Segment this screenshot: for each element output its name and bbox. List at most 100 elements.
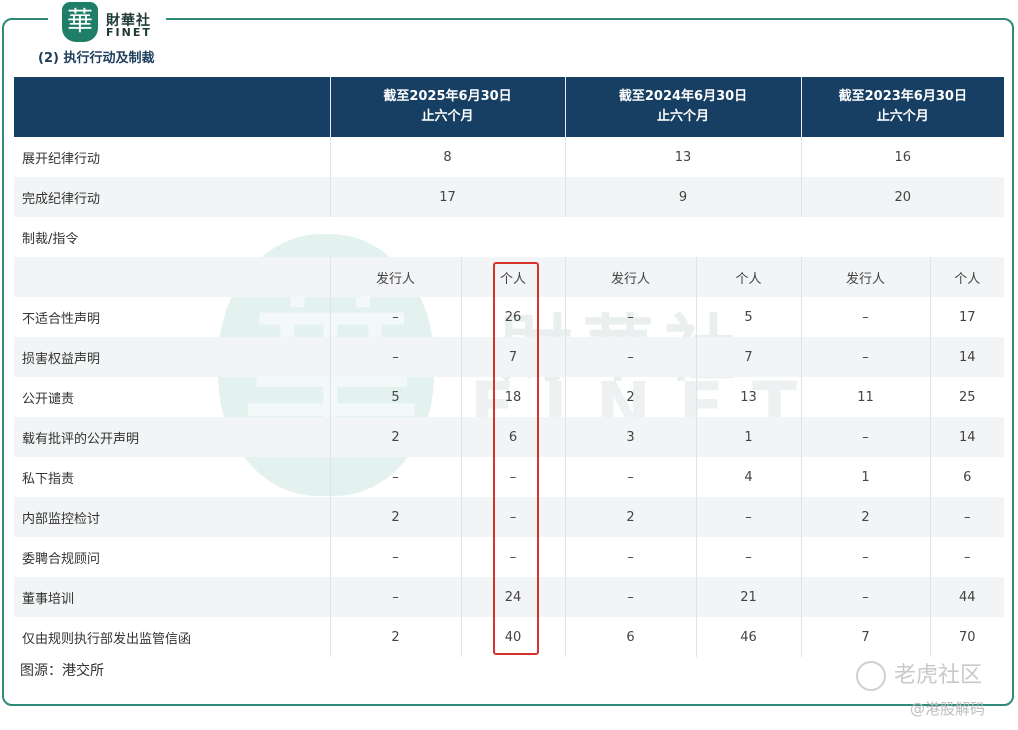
cell-value: 44 xyxy=(929,577,1005,617)
cell-value: 2 xyxy=(564,497,697,537)
cell-value: 2 xyxy=(564,377,697,417)
header-row: 截至2025年6月30日 止六个月 截至2024年6月30日 止六个月 截至20… xyxy=(14,77,1005,137)
cell-value: 16 xyxy=(800,137,1005,177)
section-title: (2) 执行行动及制裁 xyxy=(38,51,155,66)
header-period-line2: 止六个月 xyxy=(421,109,474,124)
cell-value: 17 xyxy=(329,177,566,217)
brand-logo: 華 財華社 FINET xyxy=(48,0,166,44)
cell-value: 14 xyxy=(929,417,1005,457)
table-row: 公开谴责 5 18 2 13 11 25 xyxy=(14,377,1005,417)
cell-value: – xyxy=(800,337,931,377)
cell-value: 70 xyxy=(929,617,1005,657)
row-label: 委聘合规顾问 xyxy=(22,551,101,567)
section-row: 制裁/指令 xyxy=(14,217,1004,257)
cell-value: 13 xyxy=(564,137,802,177)
cell-value: 25 xyxy=(929,377,1005,417)
subheader-issuer: 发行人 xyxy=(564,257,697,297)
header-period-line1: 截至2024年6月30日 xyxy=(618,89,748,104)
table-row: 委聘合规顾问 – – – – – – xyxy=(14,537,1005,577)
cell-value: – xyxy=(800,537,931,577)
cell-value: 6 xyxy=(564,617,697,657)
source-note: 图源：港交所 xyxy=(20,663,104,679)
header-period-line1: 截至2023年6月30日 xyxy=(838,89,967,104)
cell-value: 7 xyxy=(460,337,566,377)
subheader-blank xyxy=(14,257,330,297)
cell-value: 20 xyxy=(800,177,1005,217)
cell-value: 1 xyxy=(800,457,931,497)
cell-value: 26 xyxy=(460,297,566,337)
cell-value: 7 xyxy=(695,337,802,377)
row-label: 载有批评的公开声明 xyxy=(14,417,330,457)
header-period-2025: 截至2025年6月30日 止六个月 xyxy=(329,77,566,137)
cell-value: – xyxy=(460,457,566,497)
cell-value: 2 xyxy=(329,617,461,657)
subheader-issuer: 发行人 xyxy=(329,257,461,297)
cell-value: – xyxy=(564,577,697,617)
cell-value: – xyxy=(329,577,461,617)
cell-value: 8 xyxy=(329,137,566,177)
subheader-individual: 个人 xyxy=(929,257,1005,297)
cell-value: – xyxy=(564,297,697,337)
table-row: 展开纪律行动 8 13 16 xyxy=(14,137,1005,177)
row-label: 完成纪律行动 xyxy=(14,177,330,217)
row-label: 公开谴责 xyxy=(22,391,75,407)
cell-value: – xyxy=(460,537,566,577)
table-row: 内部监控检讨 2 – 2 – 2 – xyxy=(14,497,1005,537)
cell-value: 5 xyxy=(695,297,802,337)
table-row: 完成纪律行动 17 9 20 xyxy=(14,177,1005,217)
cell-value: – xyxy=(800,297,931,337)
row-label: 私下指责 xyxy=(22,471,75,487)
cell-value: – xyxy=(800,577,931,617)
subheader-issuer: 发行人 xyxy=(800,257,931,297)
cell-value: – xyxy=(329,337,461,377)
brand-name-en: FINET xyxy=(106,26,152,39)
cell-value: – xyxy=(329,537,461,577)
cell-value: 46 xyxy=(695,617,802,657)
cell-value: 6 xyxy=(460,417,566,457)
cell-value: 4 xyxy=(695,457,802,497)
cell-value: – xyxy=(564,337,697,377)
cell-value: 2 xyxy=(329,417,461,457)
cell-value: – xyxy=(564,457,697,497)
footer-brand-label: 老虎社区 xyxy=(894,663,983,688)
cell-value: 14 xyxy=(929,337,1005,377)
header-period-line2: 止六个月 xyxy=(657,109,710,124)
table-row: 损害权益声明 – 7 – 7 – 14 xyxy=(14,337,1005,377)
header-period-2024: 截至2024年6月30日 止六个月 xyxy=(564,77,802,137)
cell-value: 18 xyxy=(460,377,566,417)
footer-brand: 老虎社区 xyxy=(856,657,982,691)
footer-author: @港股解码 xyxy=(910,700,986,718)
cell-value: – xyxy=(460,497,566,537)
cell-value: 24 xyxy=(460,577,566,617)
cell-value: 3 xyxy=(564,417,697,457)
table-row: 私下指责 – – – 4 1 6 xyxy=(14,457,1005,497)
cell-value: – xyxy=(329,457,461,497)
cell-value: – xyxy=(695,497,802,537)
cell-value: 17 xyxy=(929,297,1005,337)
row-label: 不适合性声明 xyxy=(22,311,101,327)
tiger-community-icon xyxy=(856,661,886,691)
header-period-line1: 截至2025年6月30日 xyxy=(383,89,512,104)
cell-value: 6 xyxy=(929,457,1005,497)
subheader-individual: 个人 xyxy=(695,257,802,297)
header-period-line2: 止六个月 xyxy=(876,109,929,124)
cell-value: – xyxy=(329,297,461,337)
cell-value: 9 xyxy=(564,177,802,217)
enforcement-table: 截至2025年6月30日 止六个月 截至2024年6月30日 止六个月 截至20… xyxy=(14,77,1005,657)
cell-value: 1 xyxy=(695,417,802,457)
header-period-2023: 截至2023年6月30日 止六个月 xyxy=(800,77,1005,137)
cell-value: – xyxy=(800,417,931,457)
cell-value: – xyxy=(695,537,802,577)
subheader-individual: 个人 xyxy=(460,257,566,297)
table-row: 不适合性声明 – 26 – 5 – 17 xyxy=(14,297,1005,337)
cell-value: – xyxy=(929,497,1005,537)
cell-value: 5 xyxy=(329,377,461,417)
table-row: 董事培训 – 24 – 21 – 44 xyxy=(14,577,1005,617)
cell-value: – xyxy=(564,537,697,577)
row-label: 仅由规则执行部发出监管信函 xyxy=(22,631,192,647)
subheader-row: 发行人 个人 发行人 个人 发行人 个人 xyxy=(14,257,1005,297)
brand-badge-icon: 華 xyxy=(62,2,98,42)
table-row: 仅由规则执行部发出监管信函 2 40 6 46 7 70 xyxy=(14,617,1005,657)
header-blank xyxy=(14,77,330,137)
section-label: 制裁/指令 xyxy=(22,231,79,247)
